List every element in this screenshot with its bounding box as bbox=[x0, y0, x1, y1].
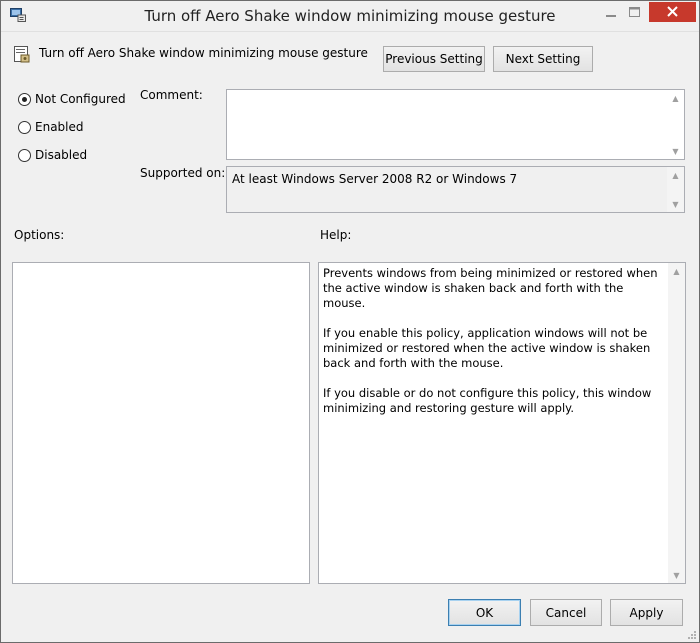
radio-dot bbox=[18, 120, 31, 134]
dialog-window: Turn off Aero Shake window minimizing mo… bbox=[0, 0, 700, 643]
cancel-button[interactable]: Cancel bbox=[530, 599, 602, 626]
supported-scrollbar[interactable]: ▲ ▼ bbox=[667, 167, 684, 212]
comment-label: Comment: bbox=[140, 88, 203, 102]
radio-enabled[interactable]: Enabled bbox=[18, 120, 84, 134]
help-paragraph: Prevents windows from being minimized or… bbox=[323, 266, 658, 310]
maximize-button[interactable] bbox=[621, 2, 648, 22]
supported-on-value: At least Windows Server 2008 R2 or Windo… bbox=[232, 172, 518, 186]
scroll-up-icon[interactable]: ▲ bbox=[668, 263, 685, 279]
help-pane[interactable]: Prevents windows from being minimized or… bbox=[318, 262, 686, 584]
options-pane bbox=[12, 262, 310, 584]
previous-setting-button[interactable]: Previous Setting bbox=[383, 46, 485, 72]
scroll-up-icon[interactable]: ▲ bbox=[667, 90, 684, 106]
radio-dot bbox=[18, 148, 31, 162]
radio-label: Not Configured bbox=[35, 92, 126, 106]
radio-label: Enabled bbox=[35, 120, 84, 134]
scroll-down-icon[interactable]: ▼ bbox=[668, 567, 685, 583]
supported-on-label: Supported on: bbox=[140, 166, 226, 180]
scroll-down-icon[interactable]: ▼ bbox=[667, 143, 684, 159]
radio-dot-checked bbox=[18, 92, 31, 106]
policy-name: Turn off Aero Shake window minimizing mo… bbox=[39, 46, 368, 60]
options-label: Options: bbox=[14, 228, 65, 242]
apply-button[interactable]: Apply bbox=[610, 599, 683, 626]
comment-field[interactable]: ▲ ▼ bbox=[226, 89, 685, 160]
window-title: Turn off Aero Shake window minimizing mo… bbox=[144, 7, 556, 25]
help-paragraph: If you disable or do not configure this … bbox=[323, 386, 652, 415]
radio-not-configured[interactable]: Not Configured bbox=[18, 92, 126, 106]
help-label: Help: bbox=[320, 228, 352, 242]
title-bar[interactable]: Turn off Aero Shake window minimizing mo… bbox=[1, 1, 699, 32]
help-paragraph: If you enable this policy, application w… bbox=[323, 326, 651, 370]
help-text: Prevents windows from being minimized or… bbox=[323, 266, 665, 431]
radio-disabled[interactable]: Disabled bbox=[18, 148, 87, 162]
supported-on-field: At least Windows Server 2008 R2 or Windo… bbox=[226, 166, 685, 213]
next-setting-button[interactable]: Next Setting bbox=[493, 46, 593, 72]
scroll-up-icon[interactable]: ▲ bbox=[667, 167, 684, 183]
ok-button[interactable]: OK bbox=[448, 599, 521, 626]
close-icon bbox=[667, 6, 678, 17]
policy-setting-icon bbox=[14, 46, 30, 63]
help-scrollbar[interactable]: ▲ ▼ bbox=[668, 263, 685, 583]
scroll-down-icon[interactable]: ▼ bbox=[667, 196, 684, 212]
close-button[interactable] bbox=[649, 2, 696, 22]
resize-grip-icon[interactable] bbox=[685, 628, 697, 640]
radio-label: Disabled bbox=[35, 148, 88, 162]
comment-scrollbar[interactable]: ▲ ▼ bbox=[667, 90, 684, 159]
